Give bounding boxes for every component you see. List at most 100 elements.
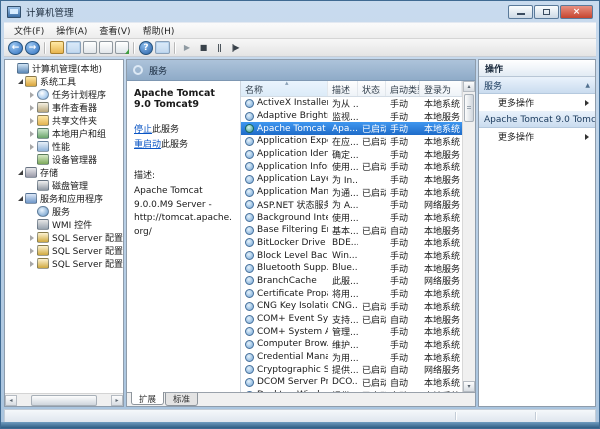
- service-row[interactable]: ASP.NET 状态服务 为 A... 手动 网络服务: [241, 199, 462, 212]
- tree-horizontal-scrollbar[interactable]: ◂ ▸: [5, 393, 123, 406]
- service-row[interactable]: DCOM Server Pr... DCO... 已启动 自动 本地系统: [241, 376, 462, 389]
- stop-service-icon[interactable]: ■: [196, 41, 210, 54]
- service-row[interactable]: CNG Key Isolation CNG... 已启动 手动 本地系统: [241, 300, 462, 313]
- tree-item[interactable]: 共享文件夹: [5, 114, 123, 127]
- service-row[interactable]: Bluetooth Supp... Blue... 手动 本地服务: [241, 262, 462, 275]
- column-header-name[interactable]: 名称 ▴: [241, 81, 328, 96]
- service-row[interactable]: ActiveX Installer ... 为从 ... 手动 本地系统: [241, 97, 462, 110]
- toolbar-separator[interactable]: [174, 42, 176, 54]
- tree-expander-icon[interactable]: [27, 261, 37, 267]
- collapse-icon[interactable]: ▲: [585, 82, 590, 89]
- tree-item[interactable]: 本地用户和组: [5, 127, 123, 140]
- more-actions-services[interactable]: 更多操作: [479, 94, 595, 111]
- service-row[interactable]: Cryptographic S... 提供... 已启动 自动 网络服务: [241, 363, 462, 376]
- service-row[interactable]: Application Infor... 使用... 已启动 手动 本地系统: [241, 160, 462, 173]
- scrollbar-thumb[interactable]: [464, 94, 474, 122]
- list-vertical-scrollbar[interactable]: ▴ ▾: [462, 81, 475, 392]
- stop-service-link[interactable]: 停止: [134, 125, 152, 135]
- show-action-pane-icon[interactable]: [155, 41, 170, 54]
- service-row[interactable]: Application Man... 为通... 已启动 手动 本地系统: [241, 186, 462, 199]
- tree-expander-icon[interactable]: [27, 131, 37, 137]
- tree-item[interactable]: 事件查看器: [5, 101, 123, 114]
- back-icon[interactable]: ←: [8, 41, 23, 55]
- tree-item[interactable]: SQL Server 配置管理器: [5, 257, 123, 270]
- tree-item[interactable]: 服务: [5, 205, 123, 218]
- tab-extended[interactable]: 扩展: [131, 392, 164, 405]
- scrollbar-thumb[interactable]: [31, 395, 97, 406]
- actions-section-services[interactable]: 服务 ▲: [479, 77, 595, 94]
- tree-item[interactable]: SQL Server 配置管理器: [5, 231, 123, 244]
- service-row[interactable]: Application Expe... 在应... 已启动 手动 本地系统: [241, 135, 462, 148]
- column-header-status[interactable]: 状态: [358, 81, 386, 96]
- service-row[interactable]: BitLocker Drive ... BDE... 手动 本地系统: [241, 237, 462, 250]
- restart-service-link[interactable]: 重启动: [134, 140, 161, 150]
- column-header-description[interactable]: 描述: [328, 81, 358, 96]
- tree-expander-icon[interactable]: [15, 196, 25, 201]
- title-bar[interactable]: 计算机管理 ×: [1, 1, 599, 22]
- tab-standard[interactable]: 标准: [165, 393, 198, 406]
- tree-expander-icon[interactable]: [27, 118, 37, 124]
- menu-item[interactable]: 帮助(H): [137, 24, 181, 37]
- service-startup-type: 手动: [386, 325, 420, 338]
- service-row[interactable]: Base Filtering En... 基本... 已启动 自动 本地服务: [241, 224, 462, 237]
- help-icon[interactable]: ?: [139, 41, 153, 55]
- tree-item[interactable]: 任务计划程序: [5, 88, 123, 101]
- scroll-right-icon[interactable]: ▸: [111, 395, 123, 406]
- service-row[interactable]: Certificate Propa... 将用... 手动 本地系统: [241, 287, 462, 300]
- forward-icon[interactable]: →: [25, 41, 40, 55]
- column-header-logon-as[interactable]: 登录为: [420, 81, 462, 96]
- refresh-doc-icon[interactable]: [99, 41, 113, 54]
- toolbar-separator[interactable]: [44, 42, 46, 54]
- pause-service-icon[interactable]: ||: [212, 41, 226, 54]
- service-row[interactable]: Apache Tomcat ... Apa... 已启动 手动 本地系统: [241, 122, 462, 135]
- tree-expander-icon[interactable]: [27, 144, 37, 150]
- scroll-down-icon[interactable]: ▾: [463, 381, 475, 392]
- tree-item[interactable]: 存储: [5, 166, 123, 179]
- close-button[interactable]: ×: [560, 5, 593, 19]
- service-row[interactable]: Credential Mana... 为用... 手动 本地系统: [241, 351, 462, 364]
- tree-expander-icon[interactable]: [15, 170, 25, 175]
- service-row[interactable]: BranchCache 此服... 手动 网络服务: [241, 275, 462, 288]
- up-folder-icon[interactable]: [50, 41, 64, 54]
- tree-item[interactable]: 服务和应用程序: [5, 192, 123, 205]
- menu-item[interactable]: 查看(V): [93, 24, 136, 37]
- service-gear-icon: [245, 150, 254, 159]
- tree-expander-icon[interactable]: [15, 79, 25, 84]
- service-row[interactable]: Application Iden... 确定... 手动 本地服务: [241, 148, 462, 161]
- tree-expander-icon[interactable]: [27, 105, 37, 111]
- service-row[interactable]: Application Laye... 为 In... 手动 本地服务: [241, 173, 462, 186]
- toolbar-separator[interactable]: [133, 42, 135, 54]
- service-row[interactable]: Adaptive Brightn... 监视... 手动 本地服务: [241, 110, 462, 123]
- show-console-tree-icon[interactable]: [66, 41, 81, 54]
- service-row[interactable]: COM+ System A... 管理... 手动 本地系统: [241, 325, 462, 338]
- more-actions-apache-tomcat[interactable]: 更多操作: [479, 128, 595, 145]
- tree-item[interactable]: 设备管理器: [5, 153, 123, 166]
- service-row[interactable]: Background Inte... 使用... 手动 本地系统: [241, 211, 462, 224]
- tree-item[interactable]: 性能: [5, 140, 123, 153]
- service-row[interactable]: COM+ Event Sys... 支持... 已启动 自动 本地服务: [241, 313, 462, 326]
- minimize-button[interactable]: [508, 5, 533, 19]
- start-service-icon[interactable]: ▶: [180, 41, 194, 54]
- properties-doc-icon[interactable]: [83, 41, 97, 54]
- service-gear-icon: [245, 162, 254, 171]
- tree-expander-icon[interactable]: [27, 235, 37, 241]
- scroll-up-icon[interactable]: ▴: [463, 81, 475, 92]
- export-list-icon[interactable]: [115, 41, 129, 54]
- maximize-button[interactable]: [534, 5, 559, 19]
- menu-item[interactable]: 文件(F): [8, 24, 50, 37]
- tree-item[interactable]: 计算机管理(本地): [5, 62, 123, 75]
- tree-item[interactable]: 磁盘管理: [5, 179, 123, 192]
- restart-service-icon[interactable]: |▶: [228, 41, 242, 54]
- service-row[interactable]: Block Level Back... Win... 手动 本地系统: [241, 249, 462, 262]
- service-row[interactable]: Computer Brow... 维护... 手动 本地系统: [241, 338, 462, 351]
- tree-expander-icon[interactable]: [27, 248, 37, 254]
- actions-section-apache-tomcat[interactable]: Apache Tomcat 9.0 Tomc... ▲: [479, 111, 595, 128]
- tree-item[interactable]: 系统工具: [5, 75, 123, 88]
- column-header-startup-type[interactable]: 启动类型: [386, 81, 420, 96]
- tree-expander-icon[interactable]: [27, 92, 37, 98]
- menu-item[interactable]: 操作(A): [50, 24, 93, 37]
- service-gear-icon: [245, 112, 254, 121]
- scroll-left-icon[interactable]: ◂: [5, 395, 17, 406]
- tree-item[interactable]: SQL Server 配置管理器: [5, 244, 123, 257]
- tree-item[interactable]: WMI 控件: [5, 218, 123, 231]
